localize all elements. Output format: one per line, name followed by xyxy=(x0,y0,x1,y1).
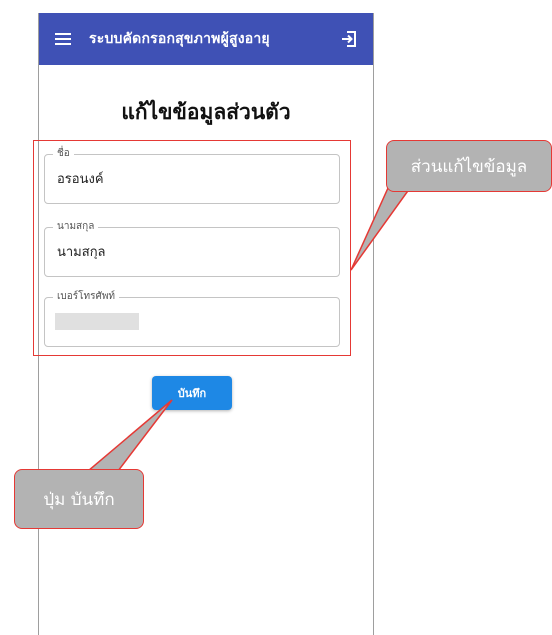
first-name-label: ชื่อ xyxy=(53,147,74,161)
app-bar: ระบบคัดกรอกสุขภาพผู้สูงอายุ xyxy=(39,13,373,65)
first-name-field[interactable]: ชื่อ xyxy=(44,147,340,204)
hamburger-menu-icon[interactable] xyxy=(49,25,77,53)
last-name-input[interactable] xyxy=(57,244,327,259)
logout-icon[interactable] xyxy=(335,25,363,53)
first-name-input[interactable] xyxy=(57,171,327,186)
form-callout: ส่วนแก้ไขข้อมูล xyxy=(386,140,552,192)
app-title: ระบบคัดกรอกสุขภาพผู้สูงอายุ xyxy=(89,31,270,47)
last-name-label: นามสกุล xyxy=(53,220,99,234)
page-title: แก้ไขข้อมูลส่วนตัว xyxy=(121,100,291,124)
save-button[interactable]: บันทึก xyxy=(152,376,232,410)
button-callout: ปุ่ม บันทึก xyxy=(14,469,144,529)
phone-field[interactable]: เบอร์โทรศัพท์ xyxy=(44,290,340,347)
last-name-field[interactable]: นามสกุล xyxy=(44,220,340,277)
phone-label: เบอร์โทรศัพท์ xyxy=(53,290,120,304)
phone-redacted-value[interactable] xyxy=(55,313,139,330)
